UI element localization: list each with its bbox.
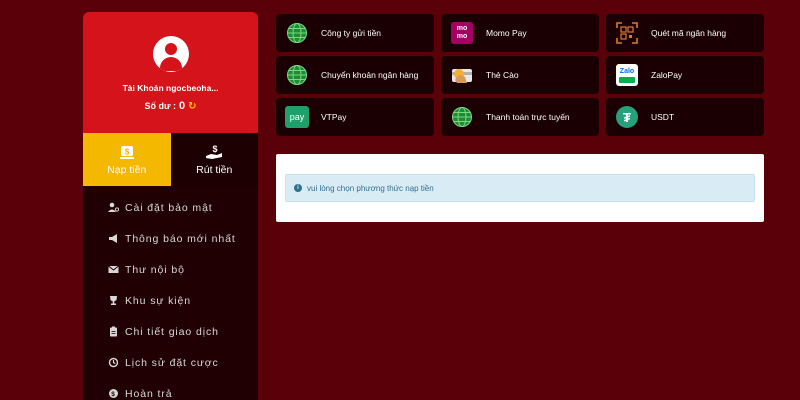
globe-icon: [285, 63, 309, 87]
svg-text:$: $: [125, 147, 130, 156]
info-icon: i: [294, 184, 302, 192]
payment-vtpay[interactable]: pay VTPay: [276, 98, 434, 136]
withdraw-tab-label: Rút tiền: [196, 163, 233, 176]
menu-item-events[interactable]: Khu sự kiện: [83, 285, 258, 316]
balance-value: 0: [179, 100, 186, 112]
payment-bank-qr[interactable]: Quét mã ngân hàng: [606, 14, 764, 52]
payment-label: VTPay: [321, 111, 347, 122]
menu-item-label: Chi tiết giao dịch: [125, 325, 219, 338]
envelope-icon: [108, 264, 119, 275]
vtpay-logo-icon: pay: [285, 105, 309, 129]
payment-bank-transfer[interactable]: Chuyển khoản ngân hàng: [276, 56, 434, 94]
avatar-icon[interactable]: [152, 36, 189, 72]
info-alert: i vui lòng chọn phương thức nạp tiền: [285, 174, 755, 202]
menu-item-label: Khu sự kiện: [125, 294, 191, 307]
payment-zalopay[interactable]: Zalo ZaloPay: [606, 56, 764, 94]
menu-item-inbox[interactable]: Thư nội bộ: [83, 254, 258, 285]
deposit-tab[interactable]: $ Nạp tiền: [83, 133, 171, 186]
payment-online[interactable]: Thanh toán trực tuyến: [441, 98, 599, 136]
balance-row: Số dư : 0 ↻: [144, 100, 196, 112]
megaphone-icon: [108, 233, 119, 244]
balance-label: Số dư :: [144, 101, 176, 111]
trophy-icon: [108, 295, 119, 306]
globe-icon: [450, 105, 474, 129]
payment-scratch-card[interactable]: Thẻ Cào: [441, 56, 599, 94]
clipboard-icon: [108, 326, 119, 337]
payment-label: Thẻ Cào: [486, 69, 519, 80]
menu-item-transactions[interactable]: Chi tiết giao dịch: [83, 316, 258, 347]
menu-item-label: Thông báo mới nhất: [125, 232, 236, 245]
action-tabs: $ Nạp tiền $ Rút tiền: [83, 133, 258, 186]
menu-item-notifications[interactable]: Thông báo mới nhất: [83, 223, 258, 254]
withdraw-tab[interactable]: $ Rút tiền: [170, 133, 258, 186]
globe-icon: [285, 21, 309, 45]
menu-item-security[interactable]: Cài đặt bảo mật: [83, 192, 258, 223]
menu-item-bet-history[interactable]: Lịch sử đặt cược: [83, 347, 258, 378]
payment-label: Chuyển khoản ngân hàng: [321, 69, 419, 80]
payment-label: Công ty gửi tiền: [321, 27, 382, 38]
hand-dollar-icon: $: [205, 144, 223, 160]
payment-label: Quét mã ngân hàng: [651, 27, 727, 38]
account-card: Tài Khoản ngocbeoha... Số dư : 0 ↻: [83, 12, 258, 133]
payment-momo[interactable]: mo mo Momo Pay: [441, 14, 599, 52]
history-icon: [108, 357, 119, 368]
payment-label: ZaloPay: [651, 69, 683, 80]
scratch-card-icon: [450, 63, 474, 87]
info-alert-message: vui lòng chọn phương thức nạp tiền: [307, 183, 434, 193]
menu-item-label: Thư nội bộ: [125, 263, 185, 276]
menu-item-refund[interactable]: $ Hoàn trả: [83, 378, 258, 400]
refresh-icon[interactable]: ↻: [188, 101, 196, 112]
svg-text:$: $: [213, 144, 218, 154]
payment-method-grid: Công ty gửi tiền mo mo Momo Pay Quét mã n…: [276, 14, 764, 136]
money-bag-icon: $: [119, 144, 135, 160]
account-name: Tài Khoản ngocbeoha...: [122, 83, 219, 93]
qr-scan-icon: [615, 21, 639, 45]
payment-label: Momo Pay: [486, 27, 527, 38]
sidebar: Tài Khoản ngocbeoha... Số dư : 0 ↻ $ Nạp…: [83, 12, 258, 400]
sidebar-menu: Cài đặt bảo mật Thông báo mới nhất Thư n…: [83, 186, 258, 400]
payment-label: USDT: [651, 111, 675, 122]
payment-company-deposit[interactable]: Công ty gửi tiền: [276, 14, 434, 52]
refund-icon: $: [108, 388, 119, 399]
payment-usdt[interactable]: ₮ USDT: [606, 98, 764, 136]
menu-item-label: Cài đặt bảo mật: [125, 201, 213, 214]
user-gear-icon: [108, 202, 119, 213]
momo-logo-icon: mo mo: [450, 21, 474, 45]
zalopay-logo-icon: Zalo: [615, 63, 639, 87]
deposit-tab-label: Nạp tiền: [107, 163, 147, 176]
tether-logo-icon: ₮: [615, 105, 639, 129]
deposit-panel: i vui lòng chọn phương thức nạp tiền: [276, 154, 764, 222]
menu-item-label: Lịch sử đặt cược: [125, 356, 219, 369]
menu-item-label: Hoàn trả: [125, 387, 173, 400]
svg-text:$: $: [111, 391, 116, 398]
payment-label: Thanh toán trực tuyến: [486, 111, 570, 122]
